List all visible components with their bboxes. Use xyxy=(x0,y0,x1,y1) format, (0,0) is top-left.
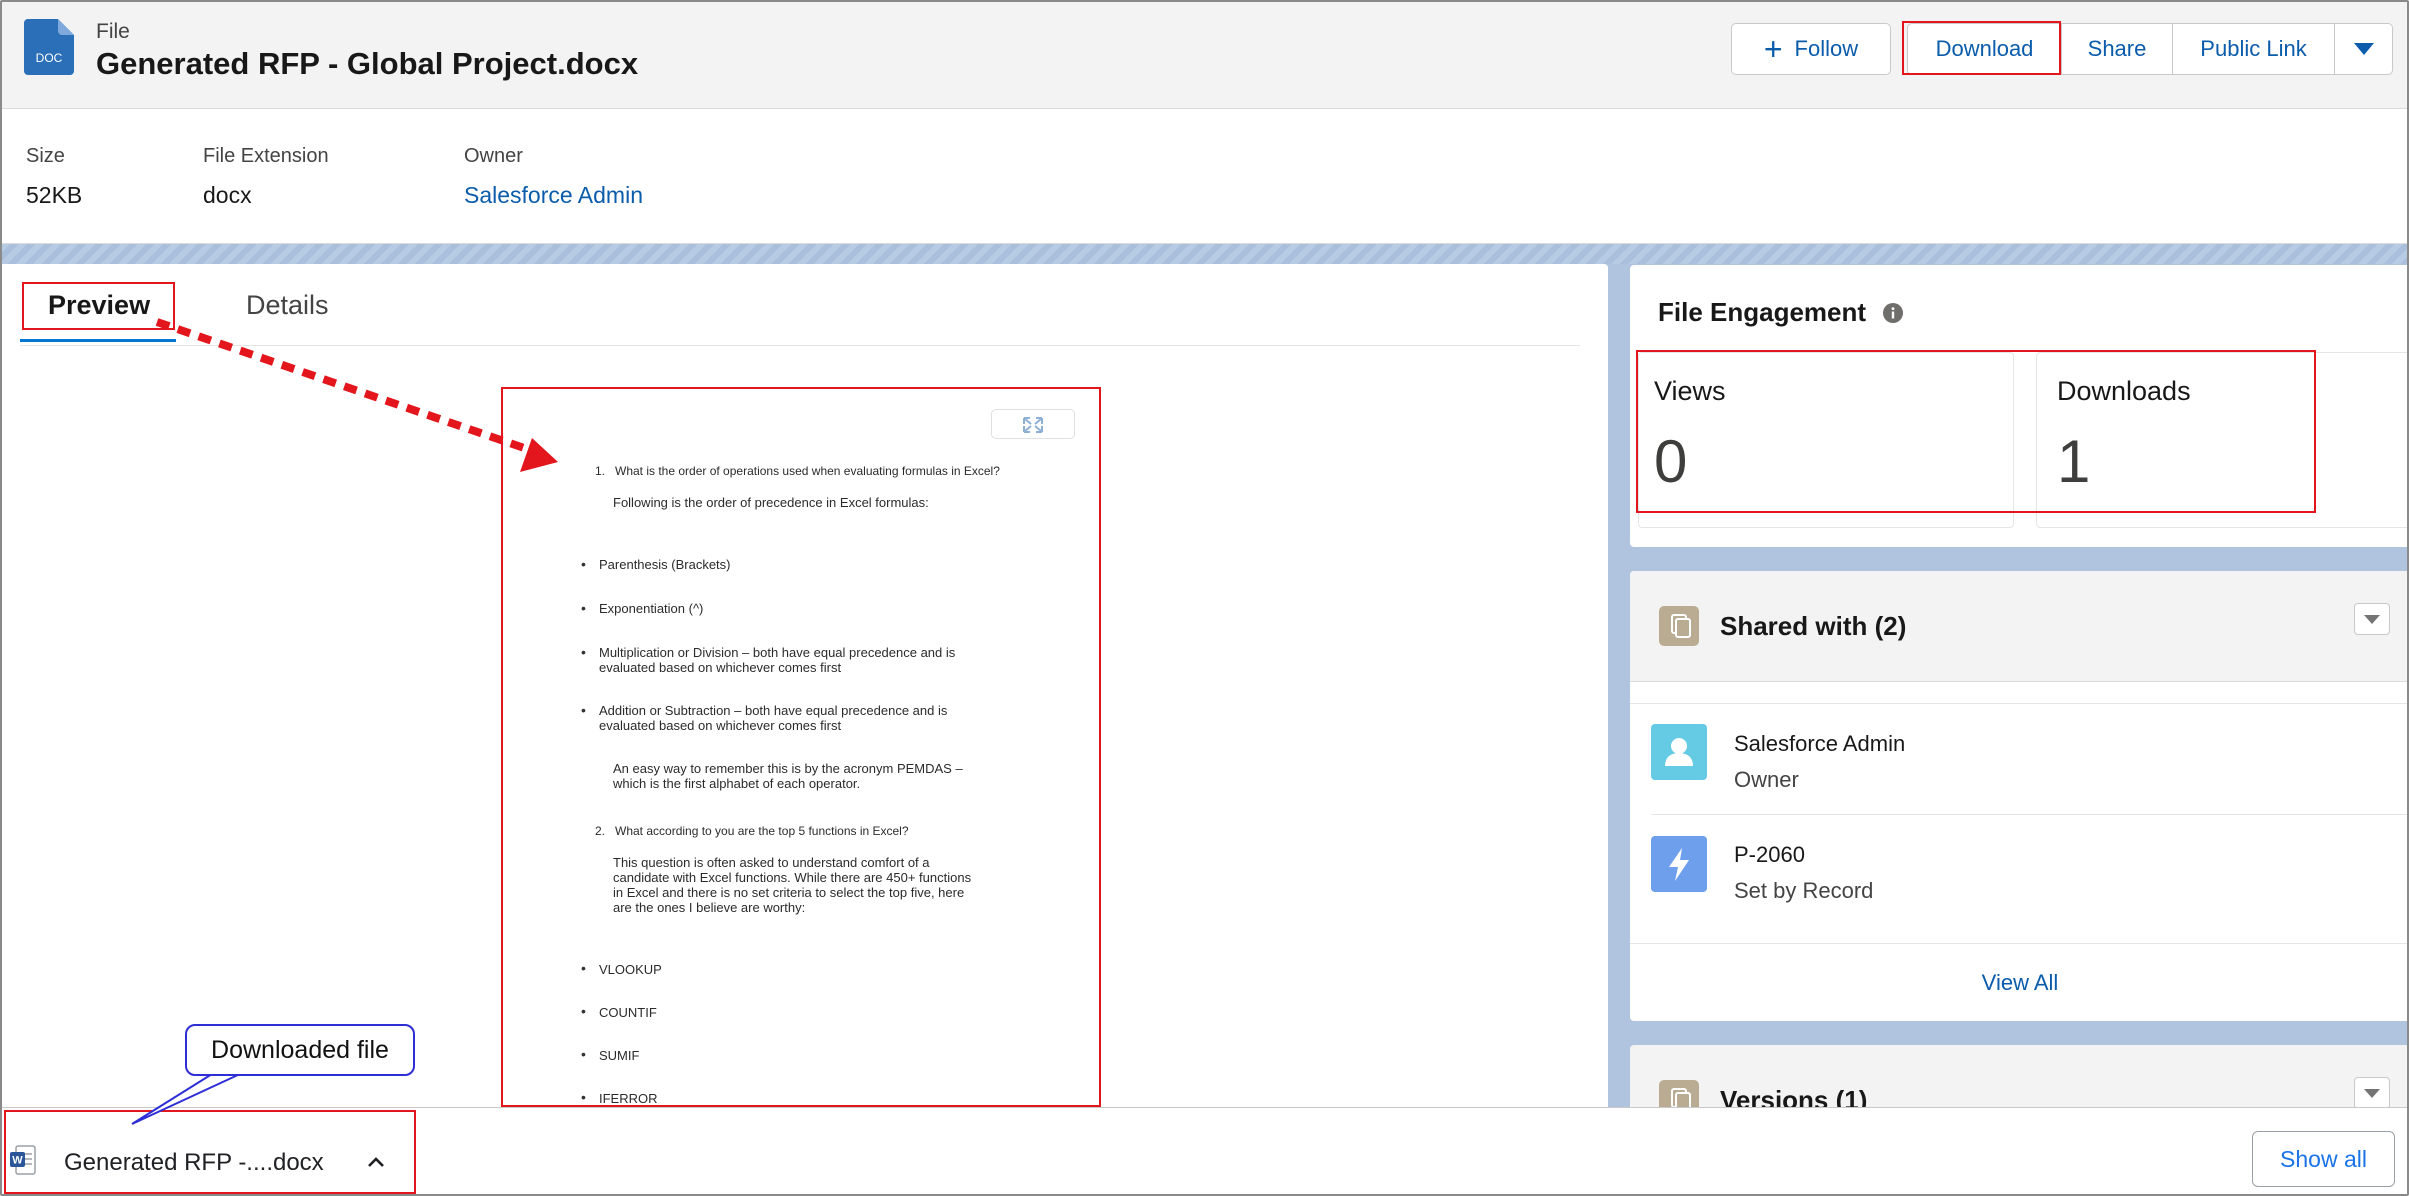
share-label: Share xyxy=(2087,36,2147,61)
user-avatar-icon xyxy=(1651,724,1707,780)
public-link-label: Public Link xyxy=(2200,36,2307,61)
chevron-down-icon xyxy=(2364,1089,2380,1098)
highlight-document-preview xyxy=(501,387,1101,1107)
follow-button[interactable]: + Follow xyxy=(1731,23,1891,75)
shared-with-title: Shared with (2) xyxy=(1720,611,1907,641)
public-link-button[interactable]: Public Link xyxy=(2173,23,2335,75)
follow-label: Follow xyxy=(1794,36,1859,61)
owner-label: Owner xyxy=(464,145,523,167)
shared-record-link[interactable]: P-2060 xyxy=(1734,842,1805,868)
highlight-downloaded-file xyxy=(4,1110,416,1194)
show-all-button[interactable]: Show all xyxy=(2252,1131,2395,1187)
versions-menu-button[interactable] xyxy=(2354,1077,2390,1109)
highlight-download-button xyxy=(1902,21,2061,75)
owner-link[interactable]: Salesforce Admin xyxy=(464,182,643,209)
lightning-record-icon xyxy=(1651,836,1707,892)
file-engagement-title: File Engagement xyxy=(1658,297,1867,327)
doc-file-icon: DOC xyxy=(24,19,74,75)
highlight-preview-tab xyxy=(22,282,175,330)
downloaded-file-callout: Downloaded file xyxy=(185,1024,415,1076)
file-extension-value: docx xyxy=(203,182,252,208)
active-tab-indicator xyxy=(20,339,176,342)
tab-divider xyxy=(20,345,1580,346)
share-button[interactable]: Share xyxy=(2062,23,2173,75)
shared-user-link[interactable]: Salesforce Admin xyxy=(1734,731,1905,757)
record-type-label: File xyxy=(96,20,130,43)
file-extension-label: File Extension xyxy=(203,145,329,167)
tab-details[interactable]: Details xyxy=(246,290,329,321)
background-band xyxy=(2,244,2407,264)
doc-icon-text: DOC xyxy=(36,51,63,65)
shared-with-menu-button[interactable] xyxy=(2354,603,2390,635)
size-value: 52KB xyxy=(26,182,83,208)
shared-record-role: Set by Record xyxy=(1734,878,1874,903)
plus-icon: + xyxy=(1763,31,1783,67)
app-frame: DOC File Generated RFP - Global Project.… xyxy=(0,0,2409,1196)
row-divider xyxy=(1651,814,2407,815)
highlight-engagement-metrics xyxy=(1636,350,2316,513)
page-title: Generated RFP - Global Project.docx xyxy=(96,46,639,81)
shared-user-role: Owner xyxy=(1734,767,1799,792)
info-icon[interactable] xyxy=(1883,303,1903,323)
row-divider xyxy=(1630,943,2407,944)
file-highlights: Size 52KB File Extension docx Owner Sale… xyxy=(2,109,2407,244)
chevron-down-icon xyxy=(2364,615,2380,624)
size-label: Size xyxy=(26,145,65,167)
more-actions-button[interactable] xyxy=(2335,23,2393,75)
row-divider xyxy=(1630,703,2407,704)
view-all-link[interactable]: View All xyxy=(1630,970,2407,996)
file-share-icon xyxy=(1659,606,1699,646)
chevron-down-icon xyxy=(2353,43,2374,55)
